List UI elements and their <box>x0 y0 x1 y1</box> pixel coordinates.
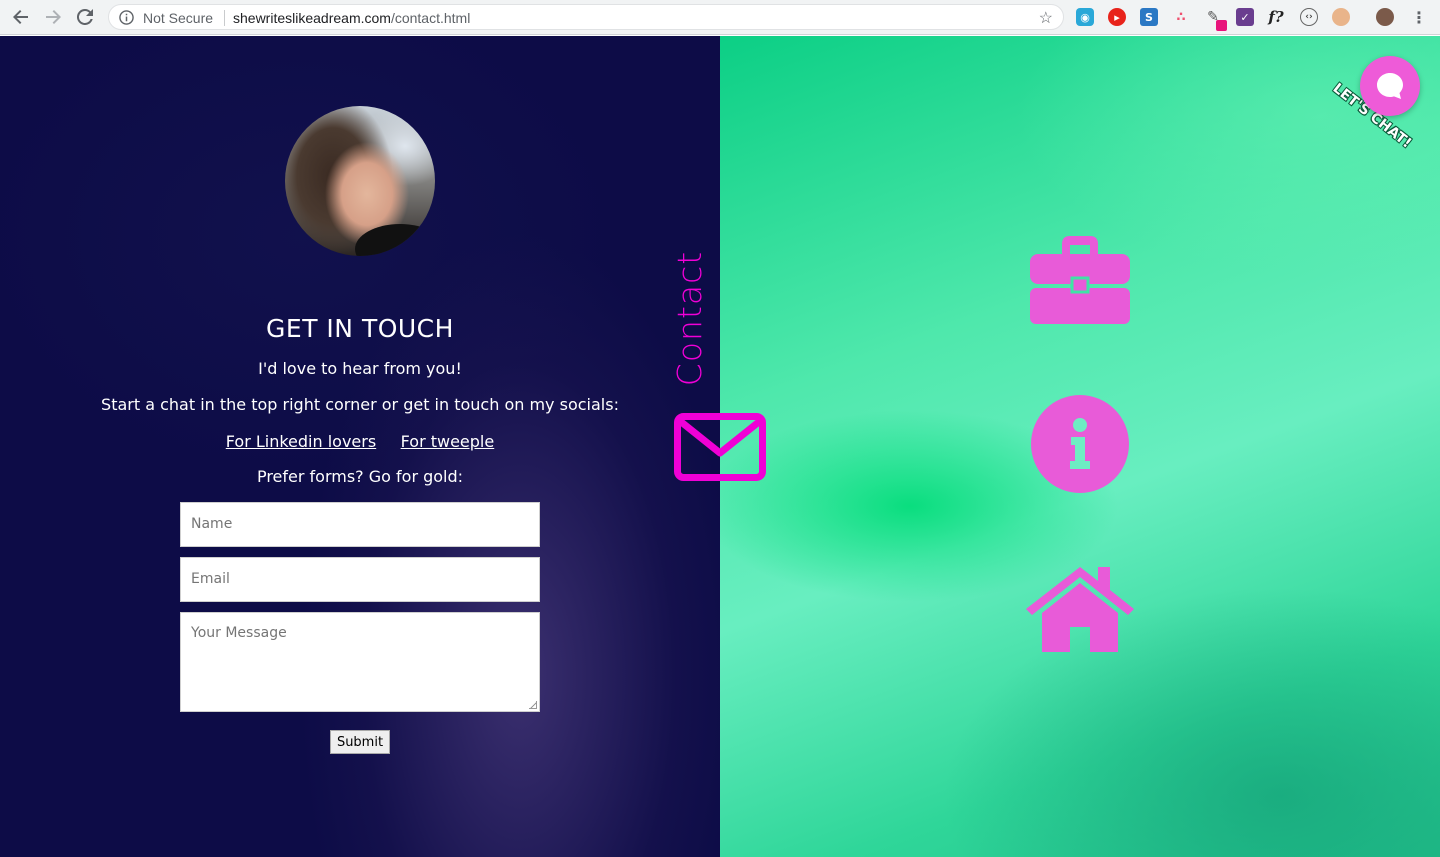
bookmark-star-icon[interactable]: ☆ <box>1039 8 1053 28</box>
social-links: For Linkedin lovers For tweeple <box>0 432 720 452</box>
back-arrow-icon <box>13 10 28 24</box>
address-bar[interactable]: Not Secure shewriteslikeadream.com/conta… <box>108 4 1064 30</box>
menu-icon[interactable]: ⋮ <box>1410 8 1428 27</box>
greeting-text: I'd love to hear from you! <box>258 359 462 378</box>
font-extension-icon[interactable]: f? <box>1267 8 1285 26</box>
code-extension-icon[interactable]: ‹› <box>1300 8 1318 26</box>
intro-text: Start a chat in the top right corner or … <box>101 395 619 414</box>
contact-label[interactable]: Contact <box>671 251 710 386</box>
name-field[interactable]: Name <box>180 502 540 547</box>
dots-extension-icon[interactable]: ∴ <box>1172 8 1190 26</box>
url-path: /contact.html <box>390 10 471 26</box>
contact-panel: GET IN TOUCH I'd love to hear from you! … <box>0 36 720 857</box>
checkbox-extension-icon[interactable]: ✓ <box>1236 8 1254 26</box>
browser-toolbar: Not Secure shewriteslikeadream.com/conta… <box>0 0 1440 35</box>
submit-button[interactable]: Submit <box>330 730 390 754</box>
info-icon[interactable] <box>1031 395 1129 493</box>
forward-arrow-icon <box>46 10 61 24</box>
avatar <box>285 106 435 256</box>
reload-icon <box>77 9 93 25</box>
page-title: GET IN TOUCH <box>266 314 454 343</box>
linkedin-link[interactable]: For Linkedin lovers <box>226 432 376 451</box>
twitter-link[interactable]: For tweeple <box>401 432 495 451</box>
color-extension-icon[interactable] <box>1332 8 1350 26</box>
reload-button[interactable] <box>74 6 96 28</box>
nav-panel: LET'S CHAT! <box>720 36 1440 857</box>
omnibox-divider <box>224 10 225 26</box>
url-text[interactable]: shewriteslikeadream.com/contact.html <box>233 10 470 26</box>
email-field[interactable]: Email <box>180 557 540 602</box>
page: GET IN TOUCH I'd love to hear from you! … <box>0 36 1440 857</box>
forms-prompt: Prefer forms? Go for gold: <box>256 467 464 486</box>
back-button[interactable] <box>10 6 32 28</box>
video-extension-icon[interactable]: ▸ <box>1108 8 1126 26</box>
envelope-icon[interactable] <box>674 413 766 481</box>
url-domain: shewriteslikeadream.com <box>233 10 391 26</box>
chat-bubble-icon <box>1377 73 1403 99</box>
chat-button[interactable] <box>1360 56 1420 116</box>
forward-button[interactable] <box>42 6 64 28</box>
message-field[interactable]: Your Message <box>180 612 540 712</box>
message-placeholder: Your Message <box>191 625 287 641</box>
resize-handle[interactable] <box>529 701 537 709</box>
profile-avatar[interactable] <box>1376 8 1394 26</box>
extension-badge <box>1216 20 1227 31</box>
home-icon[interactable] <box>1024 563 1136 653</box>
extension-icon[interactable]: ◉ <box>1076 8 1094 26</box>
security-label: Not Secure <box>143 10 214 26</box>
info-icon[interactable] <box>119 10 134 30</box>
briefcase-icon[interactable] <box>1030 236 1130 326</box>
s-extension-icon[interactable]: S <box>1140 8 1158 26</box>
